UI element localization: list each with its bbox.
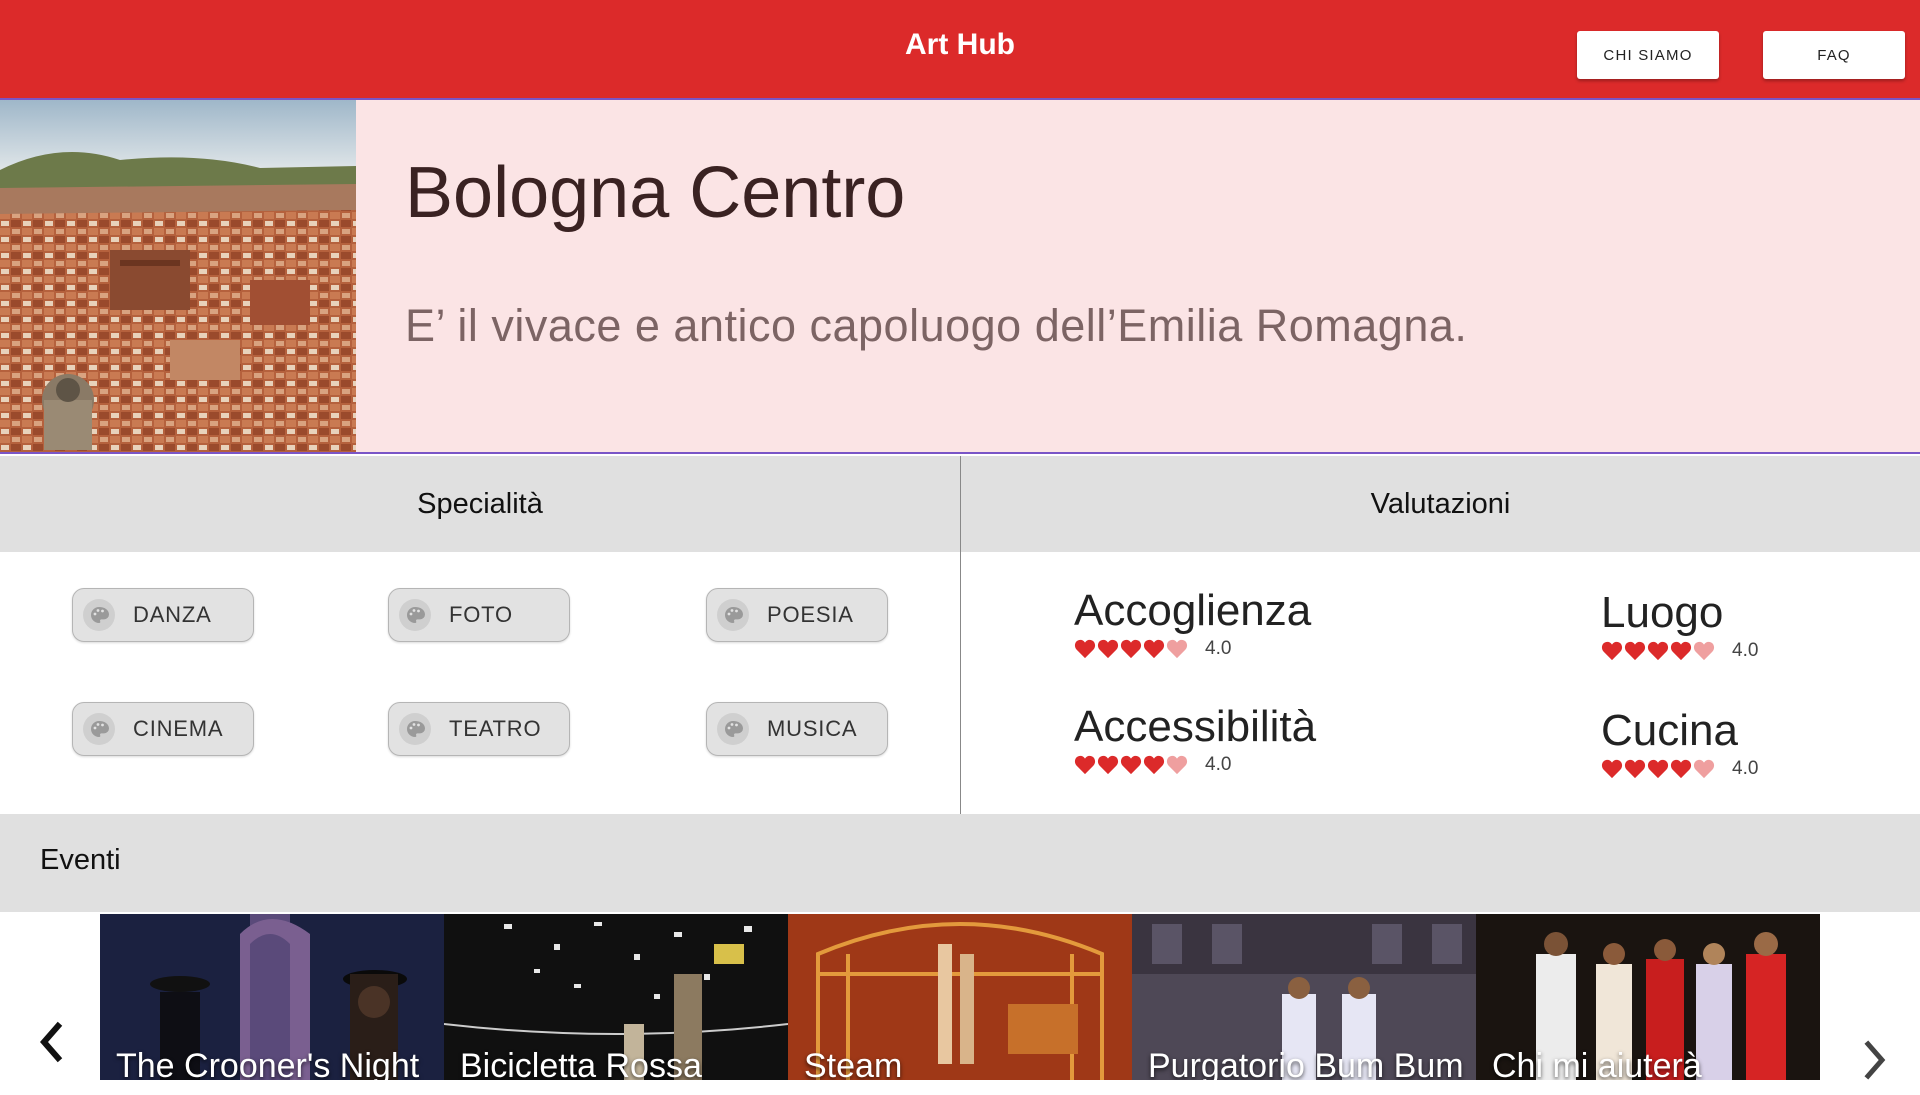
- heart-icon-filled: [1670, 641, 1692, 661]
- top-app-bar: Art Hub CHI SIAMO FAQ: [0, 0, 1920, 98]
- heart-icon-filled: [1624, 759, 1646, 779]
- rating-name: Accessibilità: [1074, 702, 1317, 751]
- eventi-header: Eventi: [0, 814, 1920, 912]
- heart-icon-filled: [1097, 755, 1119, 775]
- chevron-left-icon[interactable]: [30, 1012, 70, 1072]
- rating-value: 4.0: [1732, 640, 1759, 661]
- specialita-header: Specialità: [0, 456, 960, 552]
- rating-accessibilita: Accessibilità 4.0: [1074, 702, 1316, 776]
- city-description: E’ il vivace e antico capoluogo dell’Emi…: [405, 300, 1468, 351]
- heart-icon-faded: [1166, 639, 1188, 659]
- chip-danza[interactable]: DANZA: [72, 588, 254, 642]
- chip-label: FOTO: [449, 602, 513, 627]
- heart-icon-faded: [1693, 641, 1715, 661]
- palette-icon: [717, 713, 749, 745]
- heart-icon-filled: [1624, 641, 1646, 661]
- chevron-right-icon[interactable]: [1856, 1030, 1896, 1090]
- heart-icon-filled: [1143, 755, 1165, 775]
- heart-icon-filled: [1120, 639, 1142, 659]
- palette-icon: [399, 713, 431, 745]
- heart-icon-filled: [1601, 641, 1623, 661]
- valutazioni-header: Valutazioni: [961, 456, 1920, 552]
- event-card[interactable]: Chi mi aiuterà: [1476, 914, 1820, 1080]
- chip-label: CINEMA: [133, 716, 224, 741]
- faq-button[interactable]: FAQ: [1763, 31, 1905, 79]
- event-title: The Crooner's Night: [116, 1047, 420, 1080]
- chip-label: DANZA: [133, 602, 212, 627]
- chip-musica[interactable]: MUSICA: [706, 702, 888, 756]
- rating-name: Cucina: [1601, 706, 1738, 755]
- heart-rating: [1601, 759, 1716, 779]
- heart-icon-faded: [1166, 755, 1188, 775]
- heart-icon-filled: [1670, 759, 1692, 779]
- event-card[interactable]: Steam: [788, 914, 1132, 1080]
- rating-name: Luogo: [1601, 588, 1724, 637]
- palette-icon: [83, 713, 115, 745]
- heart-rating: [1074, 755, 1189, 775]
- event-card[interactable]: Bicicletta Rossa: [444, 914, 788, 1080]
- heart-icon-filled: [1647, 759, 1669, 779]
- eventi-title: Eventi: [40, 844, 121, 876]
- event-card[interactable]: The Crooner's Night: [100, 914, 444, 1080]
- rating-value: 4.0: [1205, 754, 1232, 775]
- rating-value: 4.0: [1205, 638, 1232, 659]
- heart-icon-filled: [1074, 639, 1096, 659]
- chip-label: TEATRO: [449, 716, 542, 741]
- heart-icon-filled: [1143, 639, 1165, 659]
- palette-icon: [399, 599, 431, 631]
- city-photo: [0, 100, 356, 452]
- chip-cinema[interactable]: CINEMA: [72, 702, 254, 756]
- heart-rating: [1601, 641, 1716, 661]
- city-title: Bologna Centro: [405, 153, 906, 233]
- rating-name: Accoglienza: [1074, 586, 1312, 635]
- section-divider: [960, 456, 961, 814]
- chip-foto[interactable]: FOTO: [388, 588, 570, 642]
- event-card[interactable]: Purgatorio Bum Bum: [1132, 914, 1476, 1080]
- heart-icon-filled: [1601, 759, 1623, 779]
- chip-poesia[interactable]: POESIA: [706, 588, 888, 642]
- rating-cucina: Cucina 4.0: [1601, 706, 1758, 780]
- event-title: Bicicletta Rossa: [460, 1047, 702, 1080]
- event-title: Purgatorio Bum Bum: [1148, 1047, 1464, 1080]
- event-title: Steam: [804, 1047, 903, 1080]
- heart-icon-filled: [1120, 755, 1142, 775]
- chip-label: POESIA: [767, 602, 854, 627]
- chip-teatro[interactable]: TEATRO: [388, 702, 570, 756]
- palette-icon: [83, 599, 115, 631]
- heart-icon-filled: [1097, 639, 1119, 659]
- chi-siamo-button[interactable]: CHI SIAMO: [1577, 31, 1719, 79]
- heart-icon-faded: [1693, 759, 1715, 779]
- event-title: Chi mi aiuterà: [1492, 1047, 1702, 1080]
- rating-value: 4.0: [1732, 758, 1759, 779]
- hero-banner: Bologna Centro E’ il vivace e antico cap…: [0, 98, 1920, 454]
- rating-accoglienza: Accoglienza 4.0: [1074, 586, 1311, 660]
- heart-icon-filled: [1647, 641, 1669, 661]
- heart-rating: [1074, 639, 1189, 659]
- heart-icon-filled: [1074, 755, 1096, 775]
- rating-luogo: Luogo 4.0: [1601, 588, 1758, 662]
- chip-label: MUSICA: [767, 716, 858, 741]
- palette-icon: [717, 599, 749, 631]
